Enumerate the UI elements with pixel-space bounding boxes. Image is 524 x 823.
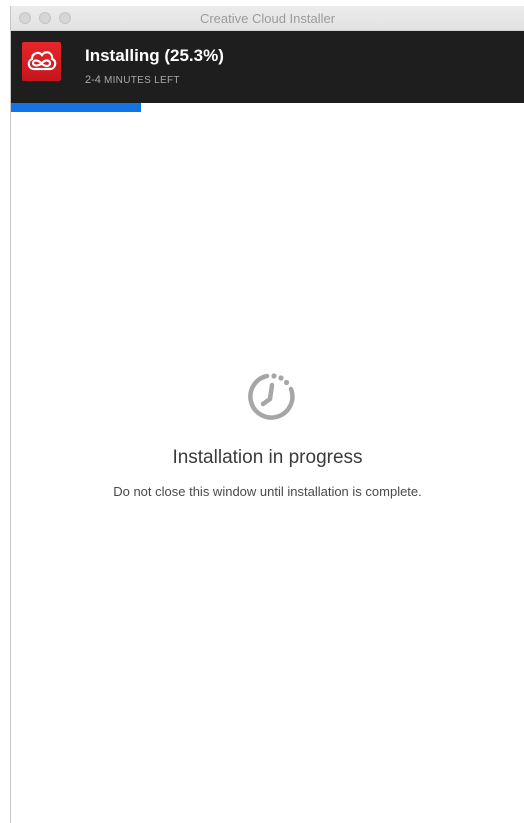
creative-cloud-logo-icon bbox=[22, 42, 61, 81]
installer-window: Creative Cloud Installer Installing (25.… bbox=[10, 6, 524, 823]
main-content: Installation in progress Do not close th… bbox=[11, 112, 524, 823]
install-progress-bar bbox=[11, 103, 524, 112]
installation-warning: Do not close this window until installat… bbox=[113, 484, 422, 499]
title-bar[interactable]: Creative Cloud Installer bbox=[11, 6, 524, 31]
time-remaining-range: 2-4 bbox=[85, 74, 101, 86]
window-title: Creative Cloud Installer bbox=[199, 11, 336, 26]
clock-progress-icon bbox=[244, 369, 300, 425]
installation-message: Installation in progress bbox=[172, 447, 363, 468]
install-progress-fill bbox=[11, 103, 141, 112]
install-status-header: Installing (25.3%) 2-4 MINUTES LEFT bbox=[11, 31, 524, 103]
time-remaining: 2-4 MINUTES LEFT bbox=[85, 74, 180, 86]
time-remaining-unit: MINUTES LEFT bbox=[103, 75, 180, 86]
install-status-title: Installing (25.3%) bbox=[85, 46, 224, 65]
